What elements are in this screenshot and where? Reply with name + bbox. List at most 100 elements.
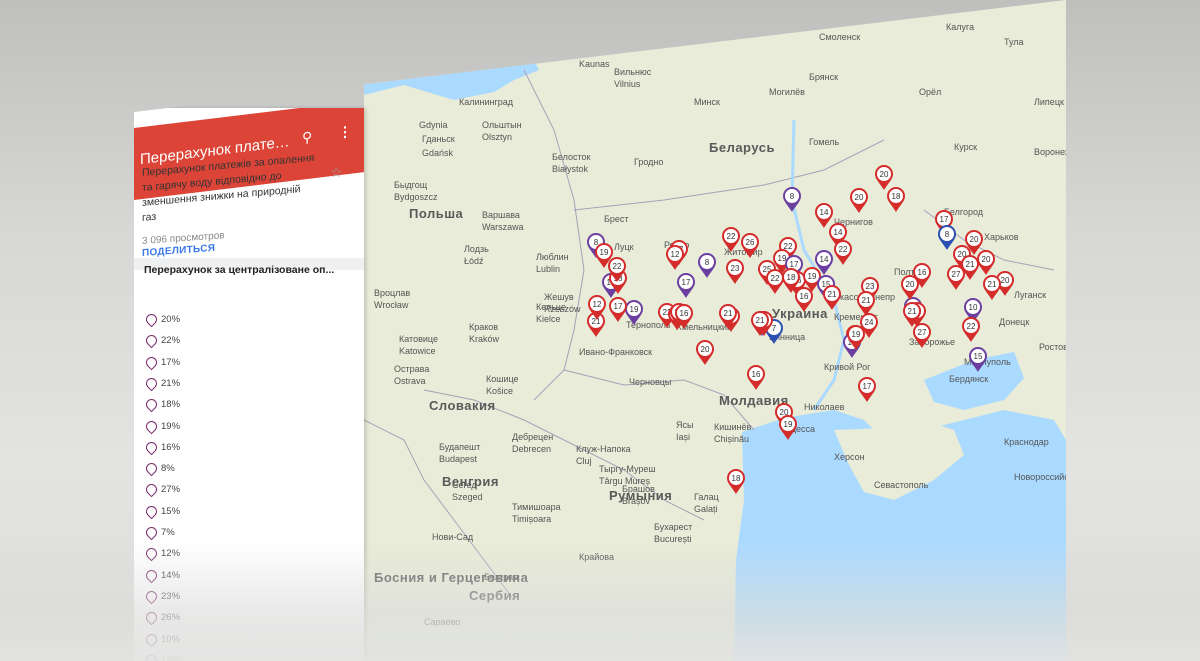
map-pin[interactable]: 22: [834, 240, 852, 265]
map-pin-label: 16: [752, 370, 761, 379]
country-label: Беларусь: [709, 140, 775, 155]
map-pin[interactable]: 8: [698, 253, 716, 278]
city-label: Дебрецен: [512, 432, 553, 442]
map-pin[interactable]: 23: [726, 259, 744, 284]
city-label: Гомель: [809, 137, 839, 147]
legend-item[interactable]: 18%: [143, 396, 180, 413]
city-label: Воронеж: [1034, 147, 1066, 157]
map-pin-label: 16: [918, 268, 927, 277]
city-label: Брянск: [809, 72, 838, 82]
map-pin[interactable]: 27: [947, 265, 965, 290]
city-label: Budapest: [439, 454, 478, 464]
map-pin[interactable]: 22: [962, 317, 980, 342]
map-pin-label: 20: [906, 280, 915, 289]
city-label: Chișinău: [714, 434, 749, 444]
city-label: Севастополь: [874, 480, 929, 490]
legend-item[interactable]: 27%: [143, 482, 180, 498]
country-label: Польша: [409, 206, 464, 221]
legend-item[interactable]: 17%: [143, 354, 180, 370]
legend-pin-icon: [143, 354, 160, 370]
map-pin[interactable]: 17: [858, 377, 876, 402]
city-label: Тула: [1004, 37, 1024, 47]
legend-pin-icon: [143, 524, 160, 541]
legend-item[interactable]: 21%: [143, 375, 180, 392]
city-label: Белосток: [552, 152, 590, 162]
country-label: Украина: [772, 306, 828, 321]
map-pin[interactable]: 20: [696, 340, 714, 365]
map-pin-label: 23: [866, 282, 875, 291]
map-pin[interactable]: 20: [850, 188, 868, 213]
layer-title[interactable]: Перерахунок за централізоване оп...: [144, 264, 334, 276]
map-pin-label: 14: [834, 228, 843, 237]
city-label: Варшава: [482, 210, 520, 220]
map-pin[interactable]: 17: [677, 273, 695, 298]
city-label: Клуж-Напока: [576, 444, 631, 454]
city-label: Кельце: [536, 302, 566, 312]
map-pin-label: 17: [790, 260, 799, 269]
city-label: Орёл: [919, 87, 941, 97]
city-label: Ольштын: [482, 120, 522, 130]
city-label: Луцк: [614, 242, 634, 252]
legend-item[interactable]: 8%: [143, 460, 175, 477]
legend-pin-icon: [143, 396, 160, 413]
legend-pin-icon: [143, 439, 160, 456]
star-icon[interactable]: ☆: [330, 164, 343, 181]
map-pin[interactable]: 17: [609, 297, 627, 322]
legend-label: 16%: [161, 441, 181, 453]
map-pin[interactable]: 8: [783, 187, 801, 212]
city-label: Бухарест: [654, 522, 692, 532]
map-pin-label: 18: [732, 474, 741, 483]
city-label: Białystok: [552, 164, 589, 174]
city-label: Brașov: [622, 496, 651, 506]
legend-item[interactable]: 19%: [143, 418, 180, 434]
legend-pin-icon: [143, 418, 160, 434]
legend-item[interactable]: 22%: [143, 333, 180, 349]
city-label: Быдгощ: [394, 180, 428, 190]
legend-item[interactable]: 7%: [143, 524, 175, 541]
city-label: Warszawa: [482, 222, 524, 232]
city-label: Kraków: [469, 334, 500, 344]
map-pin[interactable]: 20: [875, 165, 893, 190]
map-pin-label: 20: [701, 345, 710, 354]
map-pin-label: 27: [952, 270, 961, 279]
map-pin[interactable]: 20: [977, 250, 995, 275]
city-label: Gdańsk: [422, 148, 454, 158]
city-label: Жешув: [544, 292, 574, 302]
map-pin-label: 21: [862, 296, 871, 305]
city-label: Новороссийск: [1014, 472, 1066, 482]
map-pin[interactable]: 22: [766, 269, 784, 294]
map-pin[interactable]: 16: [747, 365, 765, 390]
city-label: Вильнюс: [614, 67, 652, 77]
map-pin[interactable]: 18: [887, 187, 905, 212]
city-label: Cluj: [576, 456, 592, 466]
city-label: Курск: [954, 142, 977, 152]
city-label: Минск: [694, 97, 720, 107]
map-pin[interactable]: 8: [938, 225, 956, 250]
map-pin-label: 17: [682, 278, 691, 287]
map-pin[interactable]: 12: [666, 245, 684, 270]
map-pin[interactable]: 14: [815, 203, 833, 228]
city-label: Черновцы: [629, 377, 671, 387]
map-pin[interactable]: 18: [727, 469, 745, 494]
map-pin-label: 17: [940, 215, 949, 224]
legend-item[interactable]: 15%: [143, 503, 180, 519]
city-label: Смоленск: [819, 32, 860, 42]
city-label: Olsztyn: [482, 132, 512, 142]
legend-item[interactable]: 20%: [143, 311, 180, 328]
city-label: Сегед: [452, 480, 477, 490]
border-line: [523, 69, 585, 401]
map-pin-label: 19: [600, 248, 609, 257]
map-pin-label: 22: [771, 274, 780, 283]
map-pin-label: 20: [855, 193, 864, 202]
legend-item[interactable]: 16%: [143, 439, 181, 456]
map-pin-label: 17: [863, 382, 872, 391]
map-pin-label: 21: [756, 316, 765, 325]
map-pin-label: 8: [790, 192, 795, 201]
map-pin[interactable]: 21: [983, 275, 1001, 300]
city-label: Калининград: [459, 97, 514, 107]
map-pin-label: 26: [746, 238, 755, 247]
map-pin-label: 18: [892, 192, 901, 201]
legend-label: 8%: [161, 463, 175, 475]
more-vert-icon[interactable]: ⋮: [338, 123, 352, 142]
search-icon[interactable]: ⚲: [302, 128, 312, 146]
